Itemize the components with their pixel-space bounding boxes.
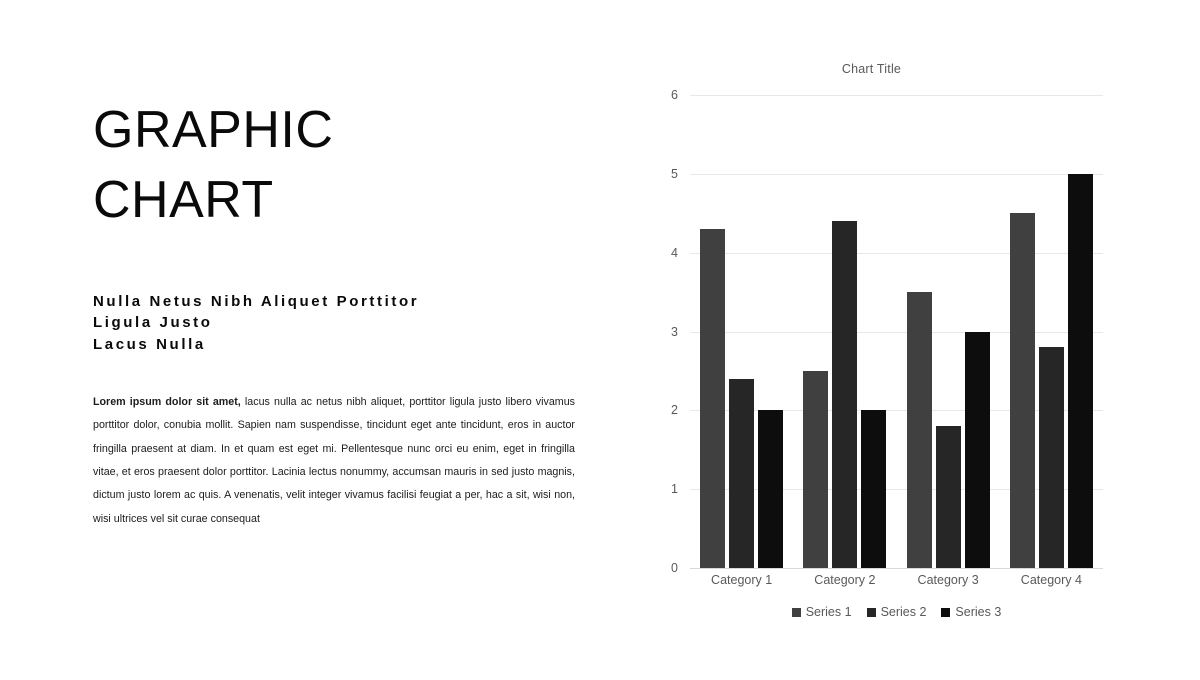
chart-legend-item[interactable]: Series 1 (791, 605, 852, 619)
chart-bar[interactable] (935, 426, 961, 568)
chart-title: Chart Title (841, 62, 902, 76)
chart-bar[interactable] (803, 370, 829, 568)
bar-chart: Chart Title 0 1 2 3 4 5 6 Category 1 Category 2… (640, 50, 1140, 640)
legend-swatch-icon (941, 607, 951, 617)
page-title: GRAPHIC CHART (93, 104, 593, 226)
chart-bar[interactable] (832, 221, 858, 568)
chart-bar-group (793, 95, 896, 568)
chart-gridline (690, 568, 1103, 569)
subheading-line-3: Lacus Nulla (93, 335, 206, 353)
chart-y-tick-label: 0 (671, 561, 678, 575)
subheading-line-1: Nulla Netus Nibh Aliquet Porttitor (93, 293, 420, 310)
chart-y-tick-label: 5 (671, 166, 678, 181)
chart-bar[interactable] (758, 410, 784, 568)
chart-legend-label: Series 2 (880, 605, 927, 619)
page-title-line-1: GRAPHIC (93, 101, 334, 159)
legend-swatch-icon (791, 607, 801, 617)
chart-legend-item[interactable]: Series 3 (941, 605, 1001, 619)
chart-bar-group (897, 95, 1000, 568)
chart-y-tick-label: 6 (671, 88, 678, 102)
chart-legend-label: Series 1 (805, 605, 852, 619)
chart-y-tick-label: 1 (671, 482, 678, 497)
chart-y-tick-label: 2 (671, 403, 678, 418)
body-paragraph-lead: Lorem ipsum dolor sit amet, (93, 395, 241, 408)
chart-bar[interactable] (1009, 213, 1035, 568)
chart-legend-label: Series 3 (955, 605, 1002, 619)
chart-bar-groups (690, 95, 1103, 568)
chart-legend-item[interactable]: Series 2 (866, 605, 927, 619)
chart-bar-group (690, 95, 793, 568)
subheading-line-2: Ligula Justo (93, 314, 213, 332)
body-paragraph-rest: lacus nulla ac netus nibh aliquet, portt… (93, 395, 575, 525)
slide-canvas: GRAPHIC CHART Nulla Netus Nibh Aliquet P… (0, 0, 1200, 680)
chart-x-tick-label: Category 2 (814, 573, 876, 587)
chart-y-tick-label: 4 (671, 245, 678, 260)
chart-bar[interactable] (861, 410, 887, 568)
chart-x-tick-label: Category 4 (1020, 573, 1082, 587)
chart-bar[interactable] (1038, 347, 1064, 568)
body-paragraph: Lorem ipsum dolor sit amet, lacus nulla … (93, 391, 575, 531)
chart-plot-area: 0 1 2 3 4 5 6 (671, 88, 1103, 575)
chart-bar[interactable] (964, 331, 990, 568)
chart-x-axis-labels: Category 1 Category 2 Category 3 Category 4 (690, 573, 1103, 587)
left-content-panel: GRAPHIC CHART Nulla Netus Nibh Aliquet P… (93, 104, 593, 542)
chart-x-tick-label: Category 1 (711, 573, 773, 587)
chart-y-tick-label: 3 (671, 324, 678, 339)
subheading: Nulla Netus Nibh Aliquet Porttitor Ligul… (93, 291, 593, 355)
page-title-line-2: CHART (93, 171, 274, 229)
chart-legend: Series 1 Series 2 Series 3 (690, 605, 1103, 619)
chart-bar[interactable] (729, 378, 755, 568)
legend-swatch-icon (866, 607, 876, 617)
chart-x-tick-label: Category 3 (917, 573, 979, 587)
chart-bar[interactable] (906, 292, 932, 568)
chart-bar[interactable] (1067, 173, 1093, 568)
chart-bar-group (1000, 95, 1103, 568)
chart-bar[interactable] (700, 229, 726, 568)
